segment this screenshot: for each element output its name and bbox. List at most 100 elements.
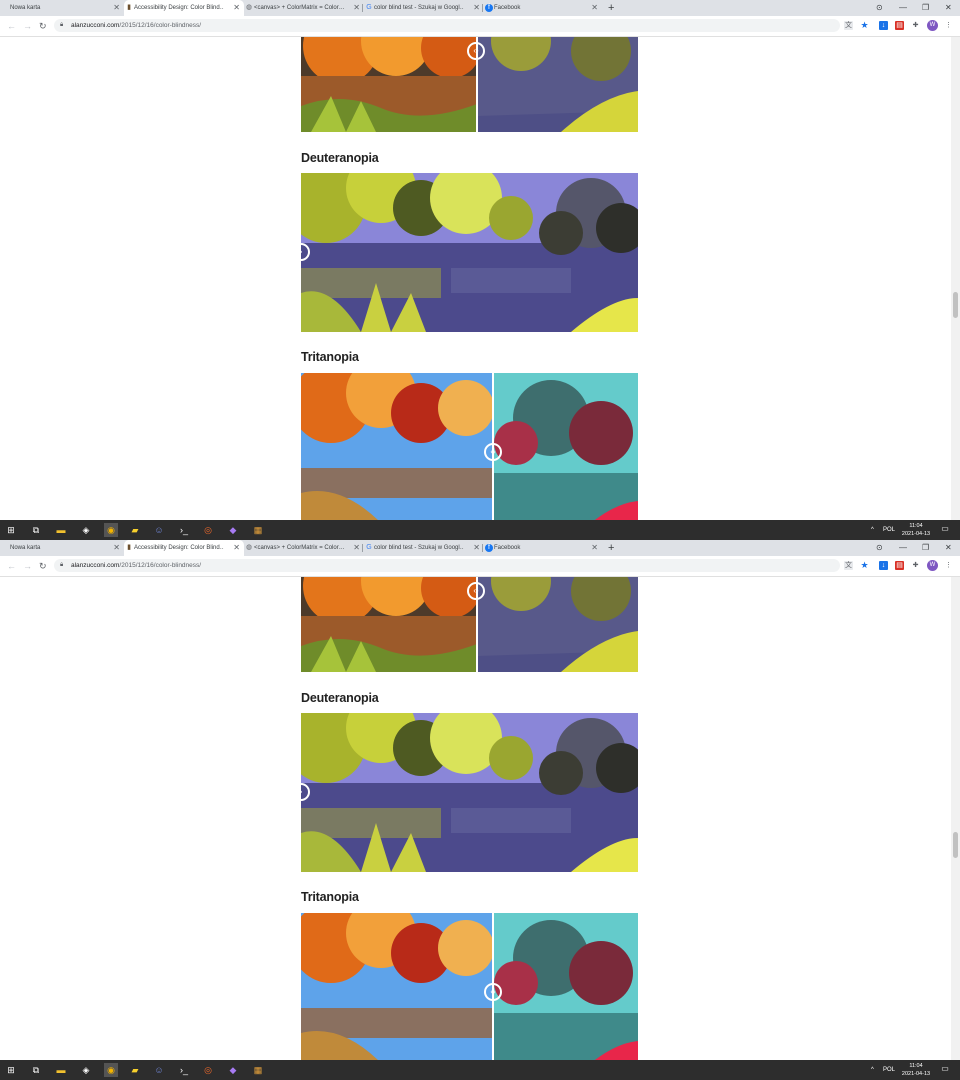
translate-icon[interactable]: 文 [844, 561, 853, 570]
menu-dots-icon[interactable]: ⋮ [944, 561, 953, 570]
new-tab-icon[interactable]: + [608, 540, 614, 556]
address-bar[interactable]: 🔒︎ alanzucconi.com/2015/12/16/color-blin… [54, 19, 840, 32]
tab-close-icon[interactable]: ✕ [233, 0, 240, 16]
browser-tab[interactable]: ◍ <canvas> + ColorMatrix = Color… ✕ [244, 540, 364, 556]
close-window-icon[interactable]: ✕ [945, 0, 952, 16]
tray-chevron-icon[interactable]: ^ [871, 1060, 874, 1080]
browser-tab[interactable]: G color blind test - Szukaj w Googl… ✕ [364, 0, 484, 16]
download-extension-icon[interactable]: ↓ [879, 21, 888, 30]
protanopia-comparison-image[interactable]: ‹› [301, 577, 638, 672]
clock-time: 11:04 [909, 1063, 923, 1069]
tritanopia-comparison-image[interactable]: ‹› [301, 913, 638, 1060]
forward-icon[interactable]: → [23, 556, 32, 576]
task-view-icon[interactable]: ⧉ [29, 1063, 43, 1077]
tray-chevron-icon[interactable]: ^ [871, 520, 874, 540]
browser-tab[interactable]: f Facebook ✕ [484, 540, 602, 556]
origin-icon[interactable]: ◎ [201, 1063, 215, 1077]
new-tab-icon[interactable]: + [608, 0, 614, 16]
lock-icon[interactable]: 🔒︎ [60, 559, 63, 572]
comparison-handle-icon[interactable]: ‹› [484, 983, 502, 1001]
tab-close-icon[interactable]: ✕ [113, 540, 120, 556]
visual-studio-icon[interactable]: ◆ [226, 523, 240, 537]
vscode-icon[interactable]: ◈ [79, 523, 93, 537]
tab-close-icon[interactable]: ✕ [473, 0, 480, 16]
page-scrollbar[interactable] [951, 37, 960, 520]
tab-close-icon[interactable]: ✕ [591, 540, 598, 556]
terminal-icon[interactable]: ›_ [177, 523, 191, 537]
origin-icon[interactable]: ◎ [201, 523, 215, 537]
extensions-icon[interactable]: ✚ [911, 21, 920, 30]
tab-search-icon[interactable]: ⊙ [876, 540, 883, 556]
task-view-icon[interactable]: ⧉ [29, 523, 43, 537]
browser-tab[interactable]: Nowa karta ✕ [4, 0, 124, 16]
notifications-icon[interactable]: ▭ [940, 1064, 950, 1074]
extensions-icon[interactable]: ✚ [911, 561, 920, 570]
clock[interactable]: 11:04 2021-04-13 [898, 1062, 934, 1078]
tab-close-icon[interactable]: ✕ [113, 0, 120, 16]
translate-icon[interactable]: 文 [844, 21, 853, 30]
paint-icon[interactable]: ▦ [251, 1063, 265, 1077]
browser-tab[interactable]: ▮ Accessibility Design: Color Blind… ✕ [124, 540, 244, 556]
bookmark-star-icon[interactable]: ★ [860, 561, 869, 570]
comparison-handle-icon[interactable]: ‹› [467, 582, 485, 600]
back-icon[interactable]: ← [7, 16, 16, 36]
lock-icon[interactable]: 🔒︎ [60, 19, 63, 32]
terminal-icon[interactable]: ›_ [177, 1063, 191, 1077]
page-scrollbar[interactable] [951, 577, 960, 1060]
browser-tab[interactable]: G color blind test - Szukaj w Googl… ✕ [364, 540, 484, 556]
tab-close-icon[interactable]: ✕ [233, 540, 240, 556]
sticky-notes-icon[interactable]: ▰ [128, 523, 142, 537]
paint-icon[interactable]: ▦ [251, 523, 265, 537]
tab-close-icon[interactable]: ✕ [591, 0, 598, 16]
comparison-handle-icon[interactable]: ‹› [467, 42, 485, 60]
discord-icon[interactable]: ☺ [152, 1063, 166, 1077]
tritanopia-comparison-image[interactable]: ‹› [301, 373, 638, 520]
sticky-notes-icon[interactable]: ▰ [128, 1063, 142, 1077]
windows-start-icon[interactable]: ⊞ [4, 523, 18, 537]
minimize-icon[interactable]: — [899, 540, 907, 556]
download-extension-icon[interactable]: ↓ [879, 561, 888, 570]
restore-icon[interactable]: ❐ [922, 0, 929, 16]
bookmark-star-icon[interactable]: ★ [860, 21, 869, 30]
tab-close-icon[interactable]: ✕ [473, 540, 480, 556]
language-indicator[interactable]: POL [883, 520, 895, 540]
restore-icon[interactable]: ❐ [922, 540, 929, 556]
discord-icon[interactable]: ☺ [152, 523, 166, 537]
clock[interactable]: 11:04 2021-04-13 [898, 522, 934, 538]
chrome-icon[interactable]: ◉ [104, 523, 118, 537]
menu-dots-icon[interactable]: ⋮ [944, 21, 953, 30]
language-indicator[interactable]: POL [883, 1060, 895, 1080]
reload-icon[interactable]: ↻ [39, 16, 47, 36]
tab-close-icon[interactable]: ✕ [353, 540, 360, 556]
browser-tab[interactable]: ◍ <canvas> + ColorMatrix = Color… ✕ [244, 0, 364, 16]
pdf-extension-icon[interactable]: ▤ [895, 561, 904, 570]
browser-tab[interactable]: f Facebook ✕ [484, 0, 602, 16]
address-bar[interactable]: 🔒︎ alanzucconi.com/2015/12/16/color-blin… [54, 559, 840, 572]
pdf-extension-icon[interactable]: ▤ [895, 21, 904, 30]
notifications-icon[interactable]: ▭ [940, 524, 950, 534]
forward-icon[interactable]: → [23, 16, 32, 36]
tab-search-icon[interactable]: ⊙ [876, 0, 883, 16]
chrome-icon[interactable]: ◉ [104, 1063, 118, 1077]
file-explorer-icon[interactable]: ▬ [54, 1063, 68, 1077]
scrollbar-thumb[interactable] [953, 832, 958, 858]
windows-start-icon[interactable]: ⊞ [4, 1063, 18, 1077]
tab-strip: Nowa karta ✕ ▮ Accessibility Design: Col… [0, 0, 960, 16]
comparison-handle-icon[interactable]: ‹› [484, 443, 502, 461]
visual-studio-icon[interactable]: ◆ [226, 1063, 240, 1077]
reload-icon[interactable]: ↻ [39, 556, 47, 576]
profile-avatar[interactable]: W [927, 20, 938, 31]
file-explorer-icon[interactable]: ▬ [54, 523, 68, 537]
browser-tab[interactable]: ▮ Accessibility Design: Color Blind… ✕ [124, 0, 244, 16]
back-icon[interactable]: ← [7, 556, 16, 576]
vscode-icon[interactable]: ◈ [79, 1063, 93, 1077]
deuteranopia-comparison-image[interactable]: › [301, 713, 638, 872]
browser-tab[interactable]: Nowa karta ✕ [4, 540, 124, 556]
protanopia-comparison-image[interactable]: ‹› [301, 37, 638, 132]
tab-close-icon[interactable]: ✕ [353, 0, 360, 16]
profile-avatar[interactable]: W [927, 560, 938, 571]
close-window-icon[interactable]: ✕ [945, 540, 952, 556]
minimize-icon[interactable]: — [899, 0, 907, 16]
deuteranopia-comparison-image[interactable]: › [301, 173, 638, 332]
scrollbar-thumb[interactable] [953, 292, 958, 318]
